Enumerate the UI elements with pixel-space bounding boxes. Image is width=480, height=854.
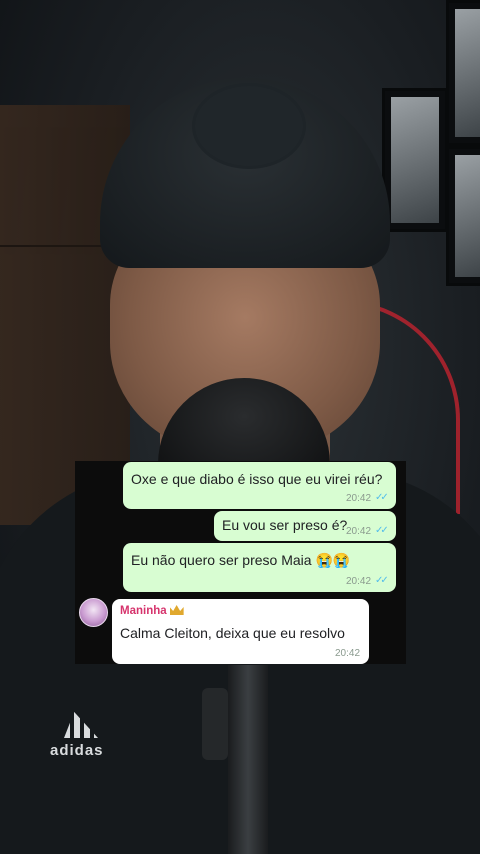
adidas-logo: adidas <box>50 712 104 759</box>
message-text: Eu vou ser preso é? <box>222 517 348 533</box>
message-time: 20:42 <box>346 576 372 587</box>
read-ticks-icon: ✓✓ <box>375 525 389 536</box>
message-time: 20:42 <box>346 493 372 504</box>
message-bubble-outgoing: Eu vou ser preso é? 20:42 ✓✓ <box>214 511 396 541</box>
wall-frame <box>382 88 448 232</box>
message-time: 20:42 <box>346 526 372 537</box>
contact-avatar <box>79 598 108 627</box>
message-bubble-incoming: Maninha Calma Cleiton, deixa que eu reso… <box>112 599 369 664</box>
microphone-stand <box>228 665 268 854</box>
message-bubble-outgoing: Oxe e que diabo é isso que eu virei réu?… <box>123 462 396 509</box>
message-bubble-outgoing: Eu não quero ser preso Maia 😭😭 20:42 ✓✓ <box>123 543 396 592</box>
wall-frame <box>446 146 480 286</box>
message-text: Eu não quero ser preso Maia 😭😭 <box>131 552 351 568</box>
read-ticks-icon: ✓✓ <box>375 575 389 586</box>
read-ticks-icon: ✓✓ <box>375 492 389 503</box>
message-text: Calma Cleiton, deixa que eu resolvo <box>120 625 345 641</box>
sender-name: Maninha <box>120 605 184 617</box>
crown-icon <box>169 605 184 615</box>
cap-logo <box>192 83 306 169</box>
video-background: adidas <box>0 0 480 854</box>
wall-frame <box>446 0 480 146</box>
chat-screenshot-overlay: Oxe e que diabo é isso que eu virei réu?… <box>75 461 406 664</box>
message-time: 20:42 <box>335 648 361 659</box>
message-text: Oxe e que diabo é isso que eu virei réu? <box>131 471 383 487</box>
